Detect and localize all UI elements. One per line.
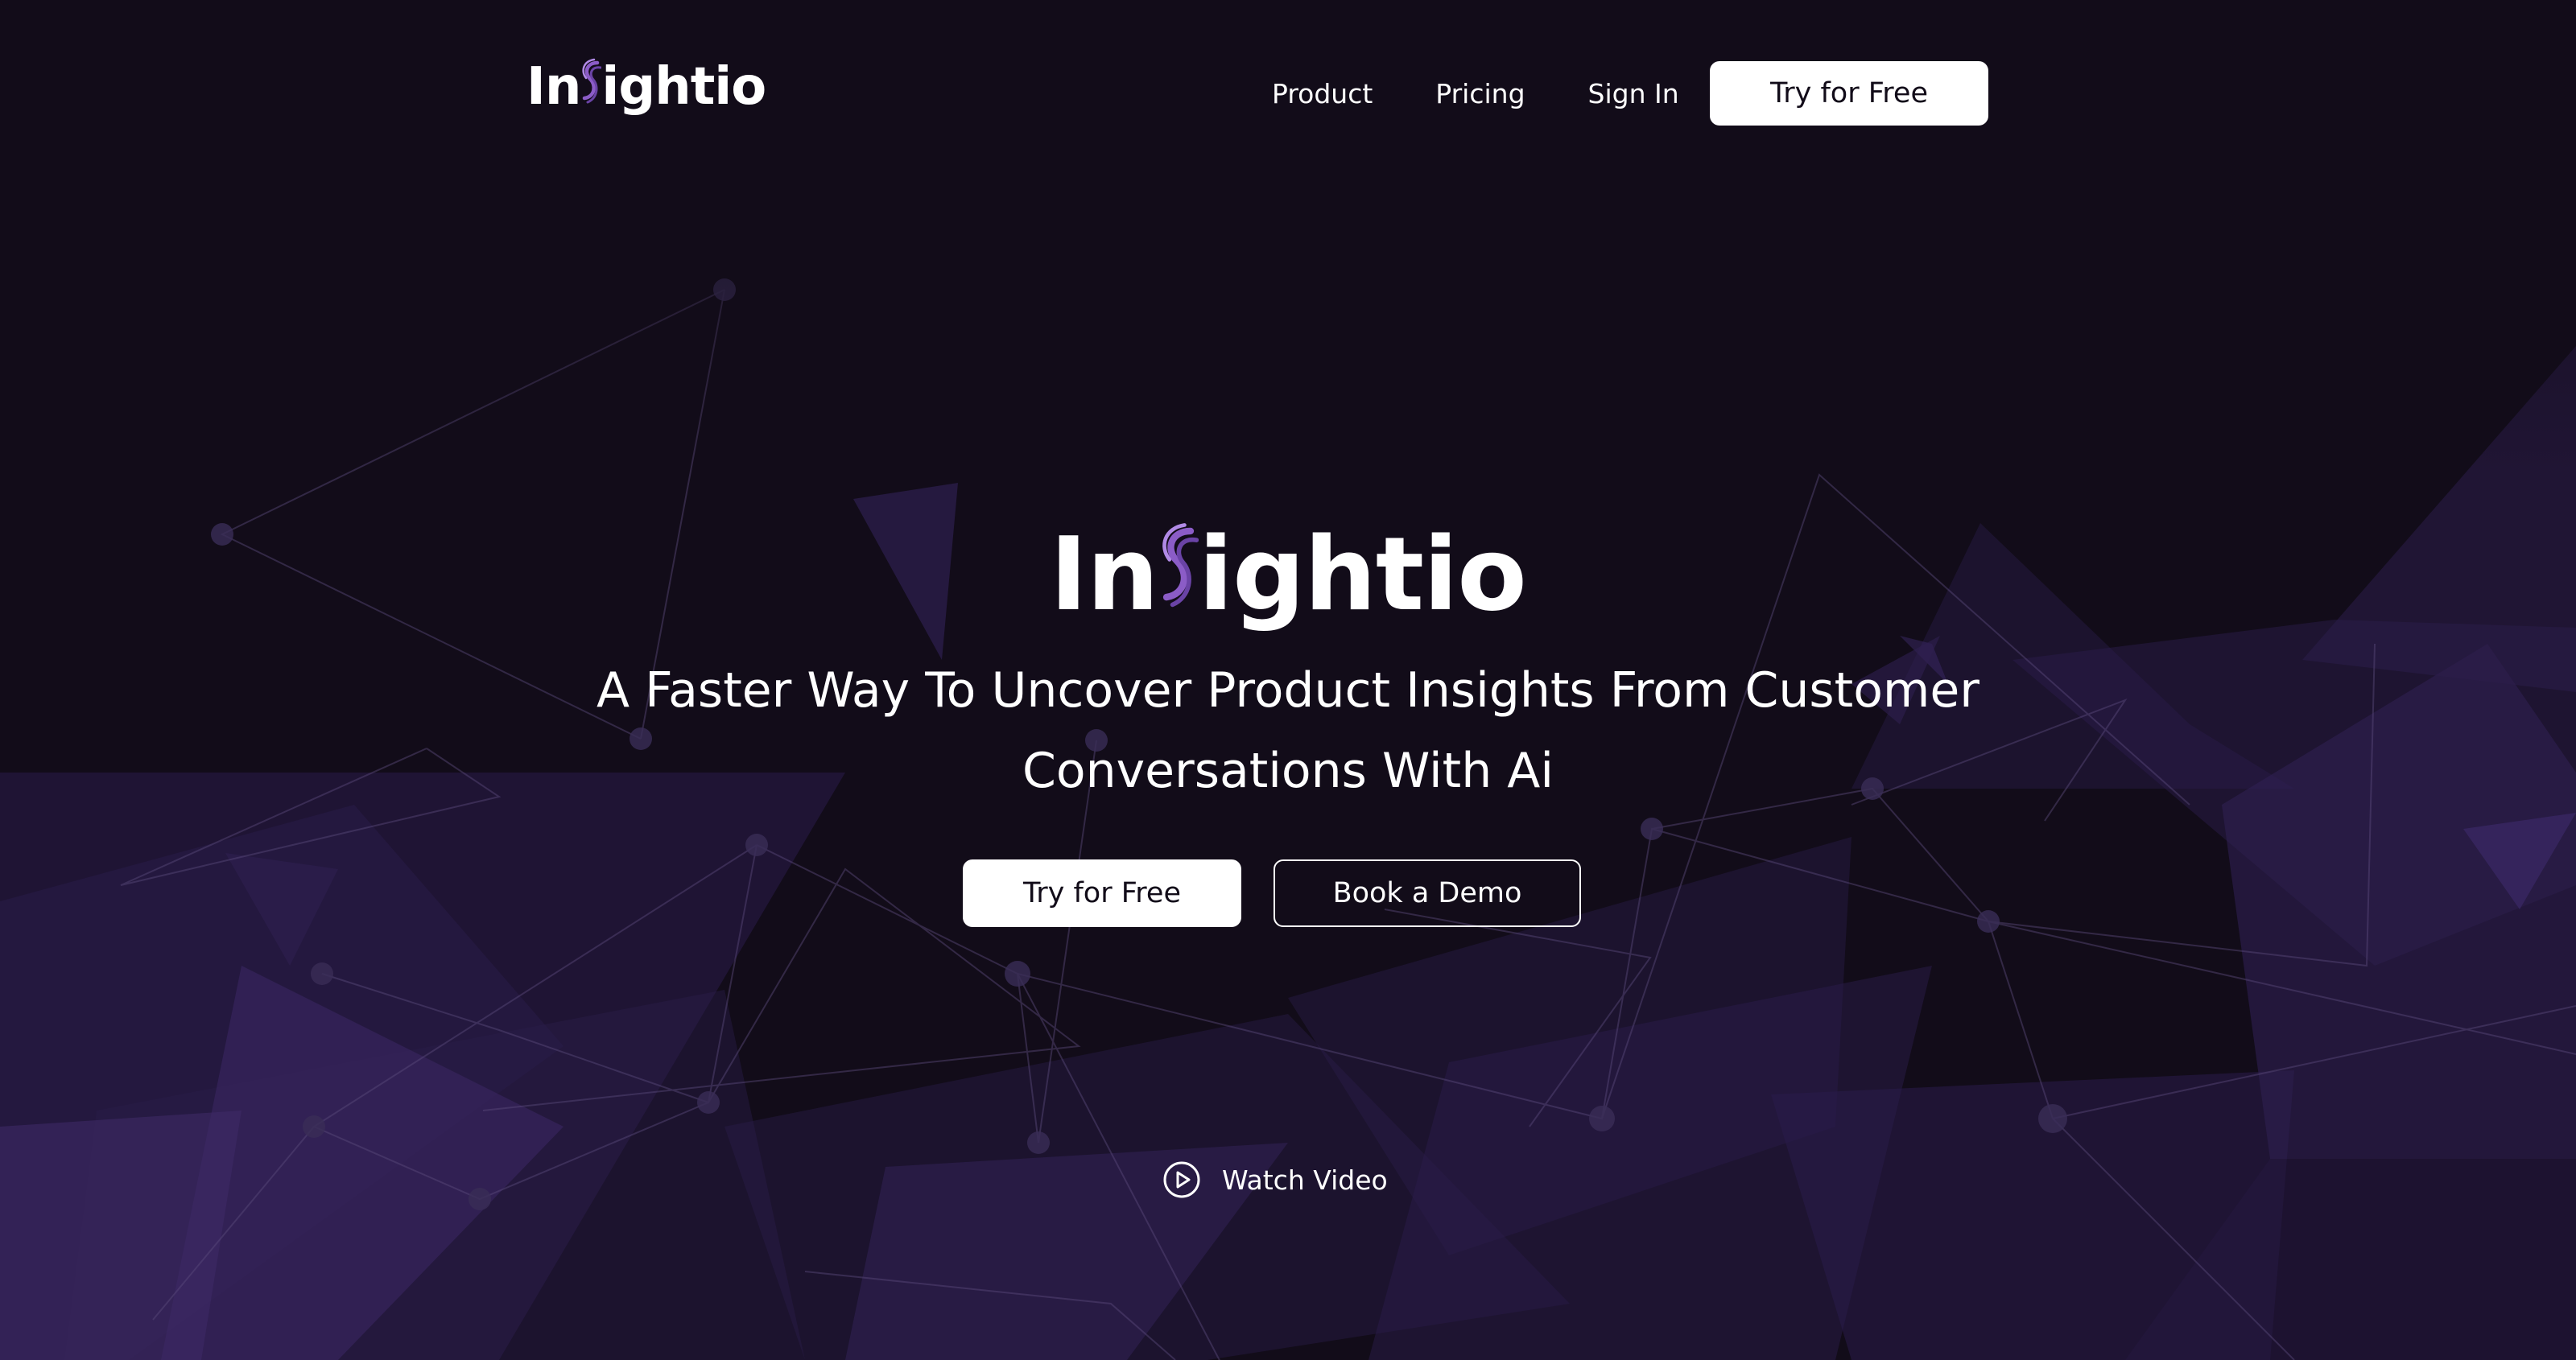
watch-video-link[interactable]: Watch Video <box>1162 1159 1388 1201</box>
play-circle-icon <box>1162 1160 1201 1199</box>
primary-nav: Product Pricing Sign In <box>1272 61 1679 126</box>
header-try-for-free-button[interactable]: Try for Free <box>1710 61 1988 126</box>
nav-link-sign-in[interactable]: Sign In <box>1588 78 1679 109</box>
brand-name-start: In <box>526 57 581 117</box>
hero-brand-name-start: In <box>1050 515 1159 633</box>
fingerprint-s-icon <box>580 56 602 117</box>
hero-subtitle: A Faster Way To Uncover Product Insights… <box>597 662 1979 799</box>
hero-try-for-free-button[interactable]: Try for Free <box>963 859 1241 927</box>
nav-link-product[interactable]: Product <box>1272 78 1373 109</box>
hero-wordmark: In ightio <box>1050 515 1527 633</box>
fingerprint-s-icon <box>1158 515 1199 633</box>
book-demo-button[interactable]: Book a Demo <box>1274 859 1581 927</box>
brand-wordmark: In ightio <box>526 56 766 117</box>
hero-logo: In ightio <box>0 515 2576 633</box>
header-logo[interactable]: In ightio <box>526 53 766 121</box>
watch-video-label: Watch Video <box>1222 1164 1388 1196</box>
landing-page: In ightio Product Pricing Sign In Try fo… <box>0 0 2576 1360</box>
brand-name-end: ightio <box>601 57 766 117</box>
nav-link-pricing[interactable]: Pricing <box>1435 78 1525 109</box>
hero-brand-name-end: ightio <box>1198 515 1527 633</box>
